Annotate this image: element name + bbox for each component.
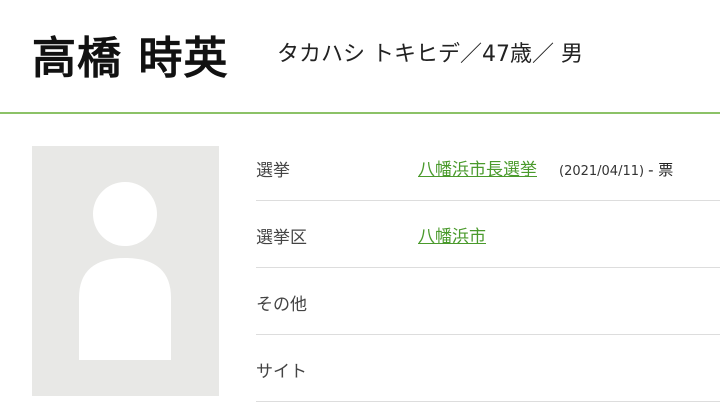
candidate-meta: タカハシ トキヒデ／47歳／ 男: [277, 42, 583, 67]
candidate-name: 高橋 時英: [32, 33, 229, 84]
candidate-info-table: 選挙 八幡浜市長選挙 (2021/04/11) - 票 選挙区 八幡浜市 その他 サ…: [256, 134, 720, 402]
info-value-district: 八幡浜市: [418, 222, 486, 247]
info-value-election: 八幡浜市長選挙 (2021/04/11) - 票: [418, 155, 673, 180]
avatar-placeholder-icon: [79, 182, 171, 360]
election-votes: - 票: [648, 161, 674, 179]
info-label-election: 選挙: [256, 161, 290, 181]
info-row-election: 選挙 八幡浜市長選挙 (2021/04/11) - 票: [256, 134, 720, 201]
election-link[interactable]: 八幡浜市長選挙: [418, 160, 537, 180]
info-row-district: 選挙区 八幡浜市: [256, 201, 720, 268]
profile-header: 高橋 時英 タカハシ トキヒデ／47歳／ 男: [0, 0, 720, 114]
district-link[interactable]: 八幡浜市: [418, 227, 486, 247]
info-row-other: その他: [256, 268, 720, 335]
info-label-district: 選挙区: [256, 228, 307, 248]
info-row-site: サイト: [256, 335, 720, 402]
candidate-photo: [32, 146, 219, 396]
info-label-site: サイト: [256, 362, 307, 382]
info-label-other: その他: [256, 295, 307, 315]
election-date: (2021/04/11): [559, 164, 645, 179]
